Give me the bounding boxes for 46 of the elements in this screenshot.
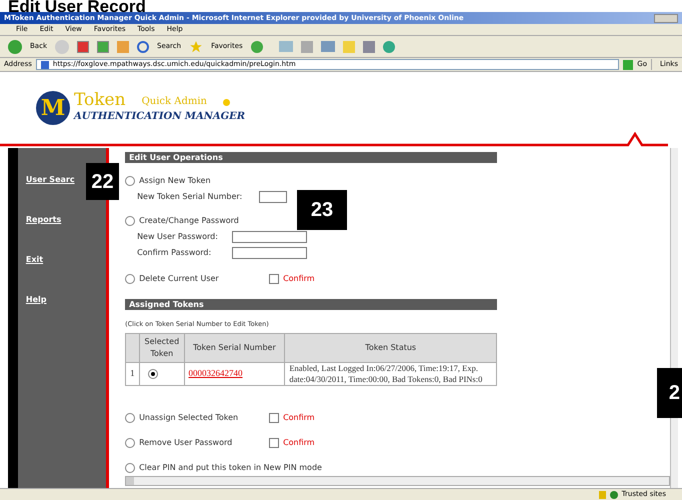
column-header: Selected Token <box>140 333 184 362</box>
logo-badge: M <box>36 91 70 125</box>
radio-button[interactable] <box>125 438 136 448</box>
radio-button[interactable] <box>125 412 136 423</box>
option-label: Assign New Token <box>139 175 212 187</box>
input-field[interactable] <box>259 191 288 203</box>
option-label: Clear PIN and put this token in New PIN mode <box>139 462 322 474</box>
logo-tagline: AUTHENTICATION MANAGER <box>74 110 246 124</box>
callout-label: 22 <box>86 163 119 200</box>
logo-subtitle: Quick Admin <box>142 95 207 109</box>
section-header: Assigned Tokens <box>125 299 498 310</box>
field-label: Confirm Password: <box>137 247 212 259</box>
sidebar-link[interactable]: Reports <box>26 214 62 226</box>
column-header: Token Serial Number <box>184 333 285 362</box>
option-label: Create/Change Password <box>139 215 240 227</box>
checkbox[interactable] <box>269 412 280 423</box>
confirm-label: Confirm <box>283 273 315 285</box>
radio-button[interactable] <box>148 368 158 379</box>
status-cell: Enabled, Last Logged In:06/27/2006, Time:19:17, Exp. date:04/30/2011, Time:00:00, Bad Tokens:0, Bad PINs:0 <box>284 362 497 386</box>
section-header: Edit User Operations <box>125 152 498 163</box>
input-field[interactable] <box>232 247 308 259</box>
field-label: New User Password: <box>137 231 219 243</box>
field-label: New Token Serial Number: <box>137 191 244 203</box>
page-heading: Edit User Record <box>8 0 146 12</box>
callout-label: 2 <box>657 368 682 418</box>
star-icon[interactable] <box>189 40 204 54</box>
option-label: Remove User Password <box>139 436 234 449</box>
option-label: Delete Current User <box>139 273 220 285</box>
radio-button[interactable] <box>125 216 136 226</box>
checkbox[interactable] <box>269 274 280 284</box>
input-field[interactable] <box>232 231 308 243</box>
radio-button[interactable] <box>125 176 136 186</box>
sidebar-link[interactable]: Exit <box>26 254 44 266</box>
column-header: Token Status <box>284 333 497 362</box>
search-icon[interactable] <box>137 40 149 52</box>
option-label: Unassign Selected Token <box>139 412 240 424</box>
logo-word: Token <box>74 92 126 109</box>
confirm-label: Confirm <box>283 412 315 424</box>
radio-button[interactable] <box>125 462 136 473</box>
radio-button[interactable] <box>125 274 136 284</box>
row-number: 1 <box>126 362 140 386</box>
confirm-label: Confirm <box>283 436 315 449</box>
sidebar-link[interactable]: Help <box>26 294 46 306</box>
checkbox[interactable] <box>269 438 280 448</box>
sidebar-link[interactable]: User Searc <box>26 174 75 186</box>
callout-label: 23 <box>297 190 347 230</box>
